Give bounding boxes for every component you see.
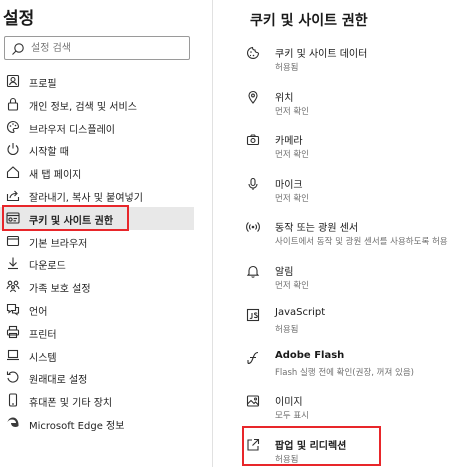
- sidebar-item-label: 쿠키 및 사이트 권한: [29, 215, 114, 227]
- sidebar-item-new-tab[interactable]: 새 탭 페이지: [0, 161, 212, 184]
- permission-motion-light-sensors[interactable]: 동작 또는 광원 센서 사이트에서 동작 및 광원 센서를 사용하도록 허용: [213, 216, 472, 252]
- microphone-icon: [246, 177, 260, 191]
- permission-title: 카메라: [275, 136, 303, 147]
- sidebar-item-system[interactable]: 시스템: [0, 344, 212, 367]
- permission-images[interactable]: 이미지 모두 표시: [213, 390, 472, 426]
- permission-status: 먼저 확인: [275, 107, 309, 117]
- site-permissions-icon: [6, 211, 20, 225]
- permission-title: 마이크: [275, 180, 303, 191]
- permission-popups-redirects[interactable]: 팝업 및 리디렉션 허용됨: [213, 434, 472, 467]
- sidebar-item-label: 원래대로 설정: [29, 375, 88, 387]
- sidebar-item-label: 브라우저 디스플레이: [29, 124, 115, 136]
- sidebar-item-label: 프로필: [29, 79, 57, 90]
- browser-icon: [6, 234, 20, 248]
- permission-javascript[interactable]: JavaScript 허용됨: [213, 304, 472, 340]
- settings-title: 설정: [3, 9, 35, 29]
- sidebar-nav: 프로필 개인 정보, 검색 및 서비스 브라우저 디스플레이 시작할 때 새 탭…: [0, 70, 212, 435]
- edge-icon: [6, 416, 20, 430]
- sidebar-item-label: 휴대폰 및 기타 장치: [29, 398, 113, 410]
- sidebar-item-languages[interactable]: 언어: [0, 298, 212, 321]
- sidebar-item-phone-devices[interactable]: 휴대폰 및 기타 장치: [0, 389, 212, 412]
- phone-icon: [6, 393, 20, 407]
- sidebar-item-label: 개인 정보, 검색 및 서비스: [29, 101, 137, 113]
- sidebar-item-label: 프린터: [29, 329, 57, 341]
- permission-status: 먼저 확인: [275, 150, 309, 160]
- permission-status: 허용됨: [275, 63, 299, 73]
- reset-icon: [6, 370, 20, 384]
- permission-title: 팝업 및 리디렉션: [275, 441, 347, 452]
- sidebar-item-label: 시작할 때: [29, 147, 69, 159]
- sidebar-item-downloads[interactable]: 다운로드: [0, 252, 212, 275]
- sidebar-item-appearance[interactable]: 브라우저 디스플레이: [0, 116, 212, 139]
- main-panel: 쿠키 및 사이트 권한 쿠키 및 사이트 데이터 허용됨 위치 먼저 확인 카메…: [213, 0, 472, 467]
- sidebar-item-family-safety[interactable]: 가족 보호 설정: [0, 275, 212, 298]
- sidebar-item-profile[interactable]: 프로필: [0, 70, 212, 93]
- system-icon: [6, 348, 20, 362]
- permission-camera[interactable]: 카메라 먼저 확인: [213, 129, 472, 165]
- sidebar-item-label: 다운로드: [29, 261, 66, 273]
- printer-icon: [6, 325, 20, 339]
- profile-icon: [6, 74, 20, 88]
- permission-status: 먼저 확인: [275, 281, 309, 291]
- sidebar-item-about-edge[interactable]: Microsoft Edge 정보: [0, 412, 212, 435]
- permission-title: 위치: [275, 93, 294, 104]
- search-input[interactable]: [31, 40, 181, 56]
- sidebar-item-printers[interactable]: 프린터: [0, 321, 212, 344]
- permission-title: 이미지: [275, 397, 303, 408]
- home-icon: [6, 165, 20, 179]
- permission-status: Flash 실행 전에 확인(권장, 꺼져 있음): [275, 368, 414, 378]
- sidebar-item-label: 언어: [29, 306, 48, 318]
- page-title: 쿠키 및 사이트 권한: [250, 13, 368, 29]
- settings-search-box[interactable]: [4, 36, 190, 60]
- sidebar-item-share-copy-paste[interactable]: 잘라내기, 복사 및 붙여넣기: [0, 184, 212, 207]
- permission-title: JavaScript: [275, 307, 326, 318]
- sidebar-item-label: 시스템: [29, 352, 57, 364]
- share-icon: [6, 188, 20, 202]
- sidebar-item-label: 새 탭 페이지: [29, 170, 82, 182]
- permission-adobe-flash[interactable]: Adobe Flash Flash 실행 전에 확인(권장, 꺼져 있음): [213, 347, 472, 383]
- permission-title: Adobe Flash: [275, 350, 345, 361]
- sidebar-item-default-browser[interactable]: 기본 브라우저: [0, 230, 212, 253]
- sidebar-item-startup[interactable]: 시작할 때: [0, 138, 212, 161]
- permission-status: 먼저 확인: [275, 194, 309, 204]
- palette-icon: [6, 120, 20, 134]
- sidebar-item-cookies-site-permissions[interactable]: 쿠키 및 사이트 권한: [0, 206, 194, 230]
- permission-title: 쿠키 및 사이트 데이터: [275, 49, 368, 60]
- search-icon: [11, 42, 25, 56]
- download-icon: [6, 256, 20, 270]
- sidebar-item-label: 잘라내기, 복사 및 붙여넣기: [29, 192, 143, 204]
- permission-status: 허용됨: [275, 455, 299, 465]
- permission-location[interactable]: 위치 먼저 확인: [213, 86, 472, 122]
- permission-status: 모두 표시: [275, 411, 309, 421]
- javascript-icon: [246, 308, 260, 322]
- permission-title: 알림: [275, 267, 294, 278]
- cookie-icon: [246, 46, 260, 60]
- settings-sidebar: 설정 프로필 개인 정보, 검색 및 서비스 브라우저 디스플레이 시작할 때 …: [0, 0, 212, 467]
- power-icon: [6, 142, 20, 156]
- camera-icon: [246, 133, 260, 147]
- sidebar-item-reset[interactable]: 원래대로 설정: [0, 366, 212, 389]
- sidebar-item-label: 가족 보호 설정: [29, 284, 91, 296]
- sidebar-item-privacy[interactable]: 개인 정보, 검색 및 서비스: [0, 93, 212, 116]
- sidebar-item-label: Microsoft Edge 정보: [29, 420, 125, 432]
- permission-notifications[interactable]: 알림 먼저 확인: [213, 260, 472, 296]
- permission-status: 허용됨: [275, 325, 299, 335]
- family-icon: [6, 279, 20, 293]
- permission-title: 동작 또는 광원 센서: [275, 223, 359, 234]
- permission-cookies-site-data[interactable]: 쿠키 및 사이트 데이터 허용됨: [213, 42, 472, 78]
- language-icon: [6, 302, 20, 316]
- popup-icon: [246, 438, 260, 452]
- lock-icon: [6, 97, 20, 111]
- location-icon: [246, 90, 260, 104]
- permission-status: 사이트에서 동작 및 광원 센서를 사용하도록 허용: [275, 237, 448, 247]
- sidebar-item-label: 기본 브라우저: [29, 238, 88, 250]
- permission-microphone[interactable]: 마이크 먼저 확인: [213, 173, 472, 209]
- image-icon: [246, 394, 260, 408]
- flash-icon: [246, 351, 260, 365]
- sensor-icon: [246, 220, 260, 234]
- bell-icon: [246, 264, 260, 278]
